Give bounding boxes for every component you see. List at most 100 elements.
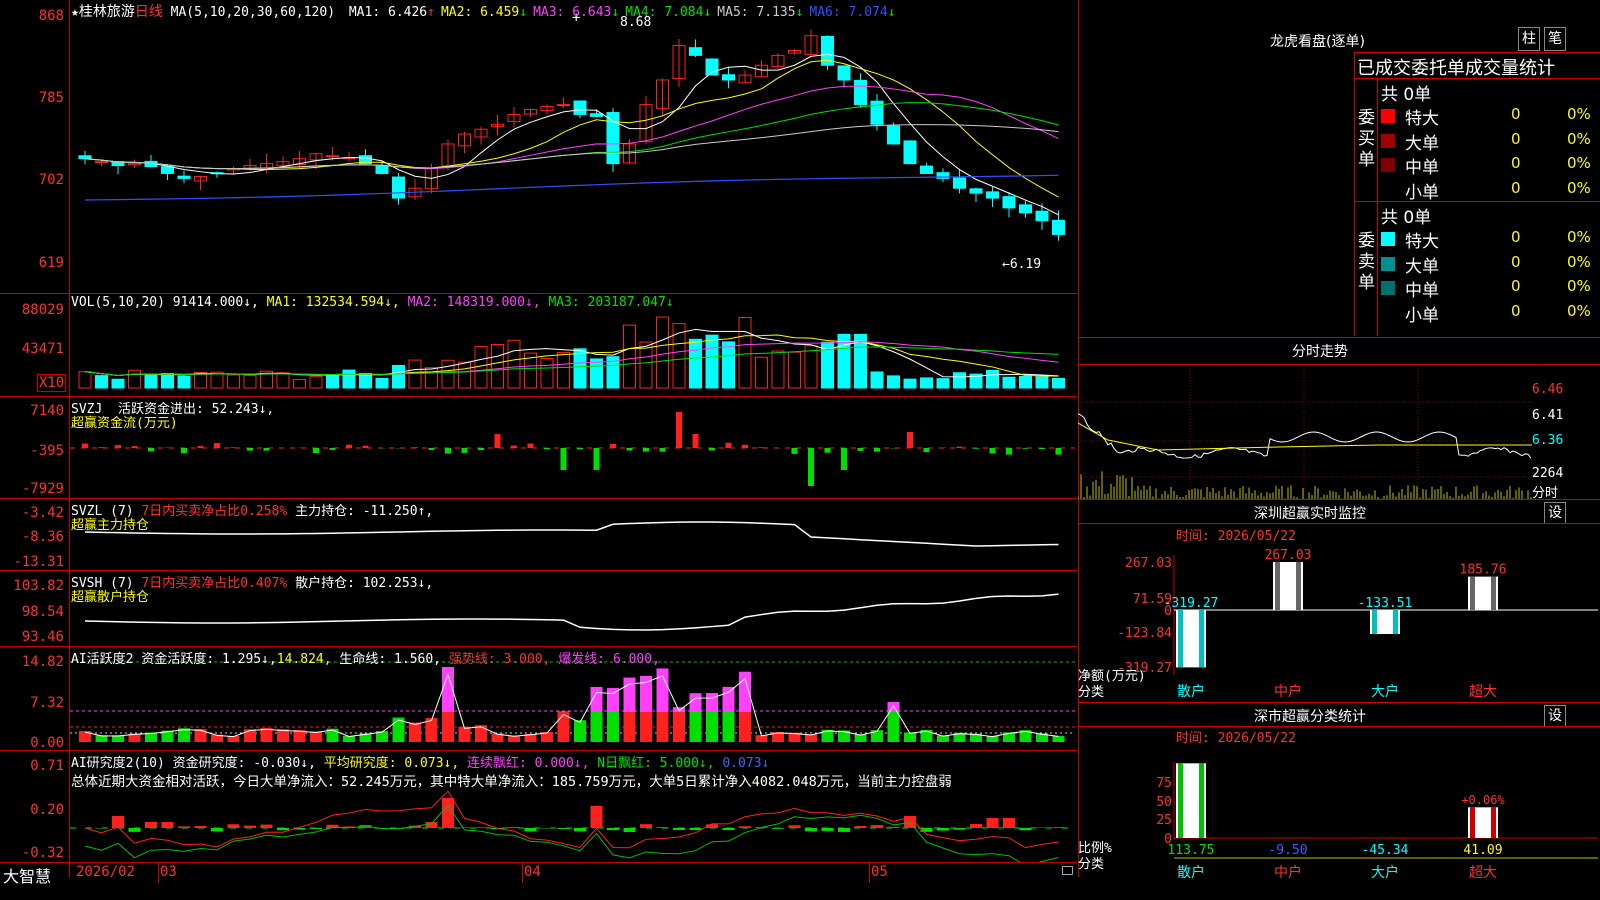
volume-bar bbox=[177, 375, 191, 389]
stock-name: 桂林旅游 bbox=[78, 4, 135, 20]
research-bar bbox=[640, 824, 652, 828]
star-icon[interactable]: ★ bbox=[71, 5, 79, 20]
activity-bar bbox=[194, 729, 207, 742]
volume-bar bbox=[144, 373, 158, 389]
volume-bar bbox=[210, 371, 224, 389]
svsh-y-label: 93.46 bbox=[21, 629, 64, 645]
research-bar bbox=[1052, 827, 1065, 828]
flow-bar bbox=[313, 448, 319, 454]
research-bar bbox=[887, 826, 900, 828]
volume-bar bbox=[936, 378, 950, 389]
price-panel[interactable]: + 868 785 702 619 ★桂林旅游日线 MA(5,10,20,30,… bbox=[0, 0, 1077, 293]
candle-body bbox=[986, 191, 999, 199]
activity-bar bbox=[1052, 735, 1065, 742]
svzj-y-label: 7140 bbox=[30, 403, 64, 419]
activity-burst-bar bbox=[722, 686, 735, 712]
volume-bar bbox=[342, 369, 356, 389]
svzl-y-label: -3.42 bbox=[21, 505, 64, 521]
buy-total: 共 0单 bbox=[1381, 85, 1432, 105]
candle-body bbox=[557, 104, 570, 107]
flow-bar bbox=[197, 446, 204, 448]
candle-body bbox=[95, 161, 108, 164]
volume-bar bbox=[458, 361, 471, 389]
monitor-y-label: -123.84 bbox=[1117, 626, 1172, 641]
classify-bar-value: 41.09 bbox=[1463, 843, 1502, 858]
research-bar bbox=[821, 828, 834, 831]
ai-research-panel[interactable]: 0.71 0.20 -0.32 AI研究度2(10) 资金研究度: -0.030… bbox=[0, 751, 1077, 862]
activity-burst-bar bbox=[623, 677, 636, 712]
volume-bar bbox=[359, 372, 372, 389]
monitor-settings-button[interactable]: 设 bbox=[1544, 502, 1566, 524]
volume-bar bbox=[953, 372, 966, 389]
order-count: 0 bbox=[1511, 301, 1521, 320]
candle-body bbox=[1035, 210, 1049, 222]
svzj-subtitle: 超赢资金流(万元) bbox=[71, 416, 178, 431]
ma-title: MA(5,10,20,30,60,120) bbox=[170, 5, 336, 20]
svsh-panel[interactable]: 103.82 98.54 93.46 SVSH (7) 7日内买卖净占比0.40… bbox=[0, 571, 1077, 646]
flow-bar bbox=[725, 442, 732, 448]
monitor-chart[interactable]: 267.03 71.59 0 -123.84 -319.27 -319.27 散户 267.0… bbox=[1078, 540, 1600, 700]
order-count: 0 bbox=[1511, 105, 1521, 123]
order-row: 中单 0 0% bbox=[1381, 153, 1600, 178]
volume-panel[interactable]: 88029 43471 X10 VOL(5,10,20) 91414.000↓,… bbox=[0, 294, 1077, 396]
flow-bar bbox=[478, 448, 484, 451]
flow-bar bbox=[82, 443, 88, 448]
divider bbox=[1078, 726, 1600, 727]
flow-bar bbox=[544, 448, 550, 450]
monitor-bar-label: -319.27 bbox=[1164, 596, 1219, 611]
fenshi-title: 分时走势 bbox=[1292, 344, 1348, 360]
candle-body bbox=[969, 188, 983, 194]
lock-icon[interactable] bbox=[1062, 866, 1073, 875]
low-price-mark: ←6.19 bbox=[1002, 257, 1042, 272]
research-bar bbox=[772, 828, 784, 829]
svzl-value: 主力持仓: -11.250↑, bbox=[295, 504, 434, 519]
research-bar bbox=[227, 824, 240, 828]
activity-bar bbox=[442, 712, 454, 742]
research-bar bbox=[986, 818, 999, 828]
classify-bar-shade bbox=[1199, 763, 1204, 838]
monitor-bar-shade bbox=[1178, 610, 1183, 668]
tick-view-button[interactable]: 笔 bbox=[1544, 27, 1566, 51]
ai1-y-label: 7.32 bbox=[30, 695, 64, 711]
research-bar bbox=[1036, 827, 1048, 828]
ai-activity-panel[interactable]: 14.82 7.32 0.00 AI活跃度2 资金活跃度: 1.295↓,14.… bbox=[0, 647, 1077, 751]
period-label[interactable]: 日线 bbox=[135, 4, 163, 20]
ai1-value: 资金活跃度: 1.295↓, bbox=[141, 652, 277, 667]
activity-bar bbox=[244, 729, 256, 742]
intraday-chart[interactable]: 6.46 6.41 6.36 2264 分时 bbox=[1078, 365, 1600, 501]
research-bar bbox=[788, 825, 801, 828]
legend-swatch bbox=[1381, 109, 1395, 123]
svzj-panel[interactable]: 7140 -395 -7929 SVZJ 活跃资金进出: 52.243↓, 超赢… bbox=[0, 397, 1077, 498]
ai2-value: 资金研究度: -0.030↓, bbox=[172, 756, 316, 771]
x-tick bbox=[522, 863, 523, 883]
candle-body bbox=[887, 125, 900, 145]
classify-cat-caption: 分类 bbox=[1078, 857, 1104, 872]
svzl-panel[interactable]: -3.42 -8.36 -13.31 SVZL (7) 7日内买卖净占比0.25… bbox=[0, 499, 1077, 570]
order-count: 0 bbox=[1511, 129, 1521, 148]
flow-bar bbox=[412, 447, 418, 448]
volume-bar bbox=[1052, 377, 1065, 389]
research-bar bbox=[656, 827, 669, 828]
vol-ma3: MA3: 203187.047↓ bbox=[548, 295, 674, 310]
volume-bar bbox=[540, 358, 554, 389]
classify-settings-button[interactable]: 设 bbox=[1544, 705, 1566, 727]
ai1-title-text: AI活跃度2 bbox=[71, 652, 134, 667]
monitor-bar-chart: 267.0371.590-123.84-319.27-319.27散户267.0… bbox=[1078, 548, 1598, 700]
retail-position-line bbox=[84, 593, 1059, 631]
order-percent: 0% bbox=[1567, 228, 1591, 246]
research-bar bbox=[805, 828, 817, 832]
flow-bar bbox=[445, 448, 451, 454]
research-bar bbox=[557, 828, 570, 829]
classify-chart[interactable]: 75 50 25 0 113.75 散户 -9.50 中户 -45.34 大户 41.09 超大 +0.… bbox=[1078, 742, 1600, 900]
flow-bar bbox=[428, 448, 435, 450]
ai2-last: 0.073↓ bbox=[722, 756, 770, 771]
activity-bar bbox=[640, 712, 652, 742]
flow-bar bbox=[659, 448, 666, 452]
vol-ma-line bbox=[84, 328, 1059, 378]
vol-ma-line bbox=[84, 334, 1059, 377]
flow-bar bbox=[824, 448, 831, 453]
volume-bar bbox=[755, 356, 768, 389]
research-bar bbox=[673, 828, 685, 831]
research-bar bbox=[590, 806, 603, 828]
bar-view-button[interactable]: 柱 bbox=[1518, 27, 1540, 51]
